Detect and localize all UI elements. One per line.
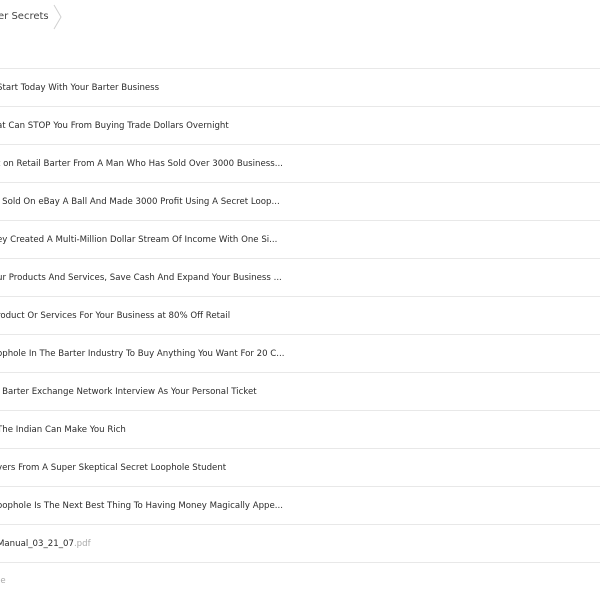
file-row-divider [0,562,600,563]
file-name: l Barter Exchange Network Interview As Y… [0,386,257,397]
file-row[interactable]: roduct Or Services For Your Business at … [0,296,600,334]
file-row[interactable]: t on Retail Barter From A Man Who Has So… [0,144,600,182]
file-name: The Indian Can Make You Rich [0,424,126,435]
file-list: Start Today With Your Barter Business at… [0,68,600,563]
file-name: ur Products And Services, Save Cash And … [0,272,282,283]
file-row[interactable]: l Barter Exchange Network Interview As Y… [0,372,600,410]
file-row[interactable]: Start Today With Your Barter Business [0,68,600,106]
file-row[interactable]: vers From A Super Skeptical Secret Looph… [0,448,600,486]
file-name: ophole In The Barter Industry To Buy Any… [0,348,285,359]
breadcrumb-separator-icon [53,4,62,30]
file-row[interactable]: ophole In The Barter Industry To Buy Any… [0,334,600,372]
file-name: t on Retail Barter From A Man Who Has So… [0,158,283,169]
file-row[interactable]: Manual_03_21_07.pdf [0,524,600,562]
file-name: oophole Is The Next Best Thing To Having… [0,500,283,511]
file-name: at Can STOP You From Buying Trade Dollar… [0,120,229,131]
file-row[interactable]: The Indian Can Make You Rich [0,410,600,448]
file-name: roduct Or Services For Your Business at … [0,310,231,321]
file-row[interactable]: l Sold On eBay A Ball And Made 3000 Prof… [0,182,600,220]
file-row[interactable]: oophole Is The Next Best Thing To Having… [0,486,600,524]
file-name: Manual_03_21_07.pdf [0,538,91,549]
file-row[interactable]: at Can STOP You From Buying Trade Dollar… [0,106,600,144]
file-name: Start Today With Your Barter Business [0,82,160,93]
truncated-row-label: le [0,576,6,586]
breadcrumb: er Secrets [0,0,49,32]
file-browser: er Secrets Start Today With Your Barter … [0,0,600,600]
breadcrumb-current-folder[interactable]: er Secrets [0,11,49,22]
file-name: ey Created A Multi-Million Dollar Stream… [0,234,278,245]
file-name: vers From A Super Skeptical Secret Looph… [0,462,227,473]
file-name: l Sold On eBay A Ball And Made 3000 Prof… [0,196,280,207]
file-row[interactable]: ey Created A Multi-Million Dollar Stream… [0,220,600,258]
file-row[interactable]: ur Products And Services, Save Cash And … [0,258,600,296]
